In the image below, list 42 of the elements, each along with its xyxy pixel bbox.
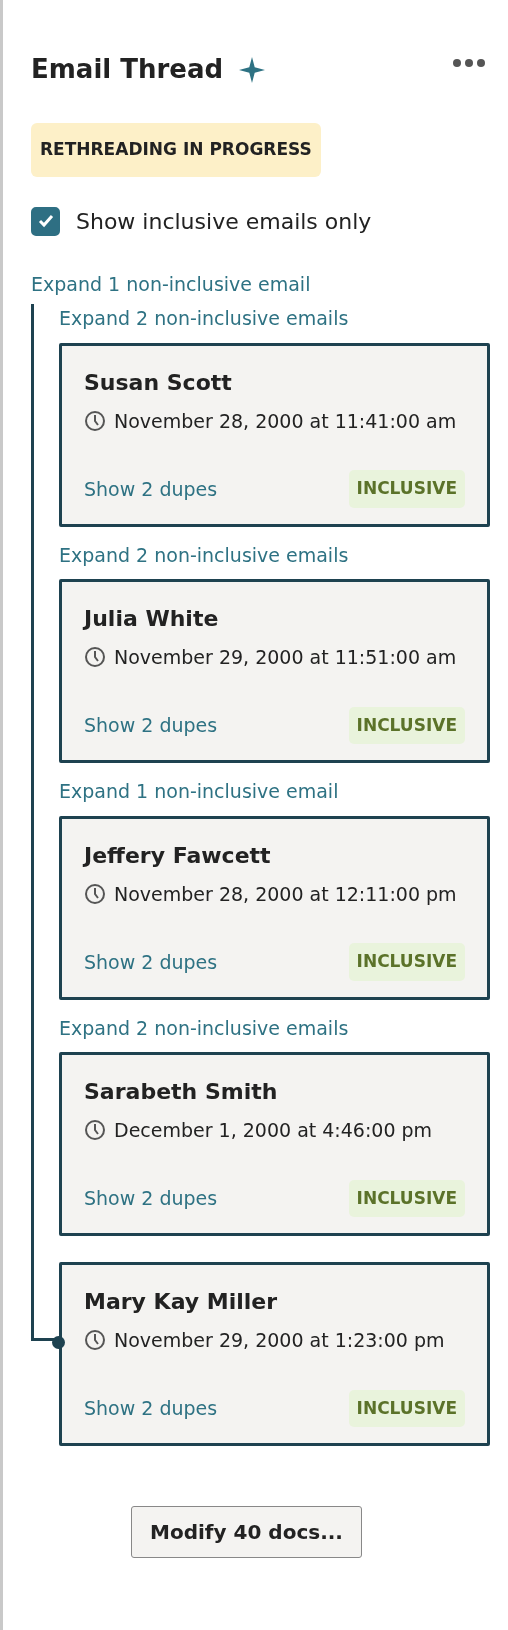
- expand-link[interactable]: Expand 2 non-inclusive emails: [59, 1013, 349, 1042]
- sender-name: Susan Scott: [84, 368, 233, 397]
- email-date: November 29, 2000 at 1:23:00 pm: [114, 1328, 445, 1353]
- clock-icon: [84, 646, 106, 669]
- dupes-link[interactable]: Show 2 dupes: [84, 947, 218, 976]
- sender-name: Julia White: [84, 605, 220, 633]
- expand-link[interactable]: Expand 2 non-inclusive emails: [59, 540, 349, 569]
- email-card[interactable]: Jeffery Fawcett November 28, 2000 at 12:11:00 pm Show 2 dupes INCLUSIVE: [59, 815, 490, 1000]
- dupes-link[interactable]: Show 2 dupes: [84, 474, 218, 503]
- check-icon: [37, 214, 54, 228]
- email-date: November 28, 2000 at 12:11:00 pm: [114, 881, 457, 907]
- sparkle-icon: [239, 56, 266, 83]
- email-date: November 29, 2000 at 11:51:00 am: [114, 645, 457, 670]
- status-badge: RETHREADING IN PROGRESS: [31, 123, 321, 177]
- checkbox[interactable]: [31, 206, 60, 236]
- panel-title: Email Thread: [31, 53, 224, 86]
- modify-button[interactable]: Modify 40 docs...: [131, 1506, 362, 1558]
- sender-name: Jeffery Fawcett: [84, 841, 272, 870]
- email-date: November 28, 2000 at 11:41:00 am: [114, 408, 457, 434]
- sender-name: Sarabeth Smith: [84, 1078, 279, 1106]
- expand-link[interactable]: Expand 2 non-inclusive emails: [59, 304, 349, 333]
- clock-icon: [84, 409, 106, 432]
- inclusive-tag: INCLUSIVE: [348, 470, 465, 508]
- dupes-link[interactable]: Show 2 dupes: [84, 711, 218, 740]
- inclusive-tag: INCLUSIVE: [348, 706, 465, 744]
- expand-link[interactable]: Expand 1 non-inclusive email: [31, 269, 311, 298]
- inclusive-tag: INCLUSIVE: [348, 943, 465, 981]
- clock-icon: [84, 1119, 106, 1142]
- email-card[interactable]: Susan Scott November 28, 2000 at 11:41:00 am Show 2 dupes INCLUSIVE: [59, 342, 490, 527]
- clock-icon: [84, 882, 106, 905]
- dupes-link[interactable]: Show 2 dupes: [84, 1394, 218, 1423]
- email-card[interactable]: Sarabeth Smith December 1, 2000 at 4:46:00 pm Show 2 dupes INCLUSIVE: [59, 1052, 490, 1236]
- checkbox-label: Show inclusive emails only: [76, 207, 372, 236]
- email-card[interactable]: Julia White November 29, 2000 at 11:51:00 am Show 2 dupes INCLUSIVE: [59, 579, 490, 763]
- sender-name: Mary Kay Miller: [84, 1288, 279, 1316]
- expand-link[interactable]: Expand 1 non-inclusive email: [59, 777, 339, 806]
- inclusive-tag: INCLUSIVE: [348, 1389, 465, 1427]
- email-date: December 1, 2000 at 4:46:00 pm: [114, 1118, 433, 1143]
- email-card[interactable]: Mary Kay Miller November 29, 2000 at 1:23:00 pm Show 2 dupes INCLUSIVE: [59, 1262, 490, 1446]
- clock-icon: [84, 1329, 106, 1352]
- inclusive-tag: INCLUSIVE: [348, 1179, 465, 1217]
- dupes-link[interactable]: Show 2 dupes: [84, 1184, 218, 1213]
